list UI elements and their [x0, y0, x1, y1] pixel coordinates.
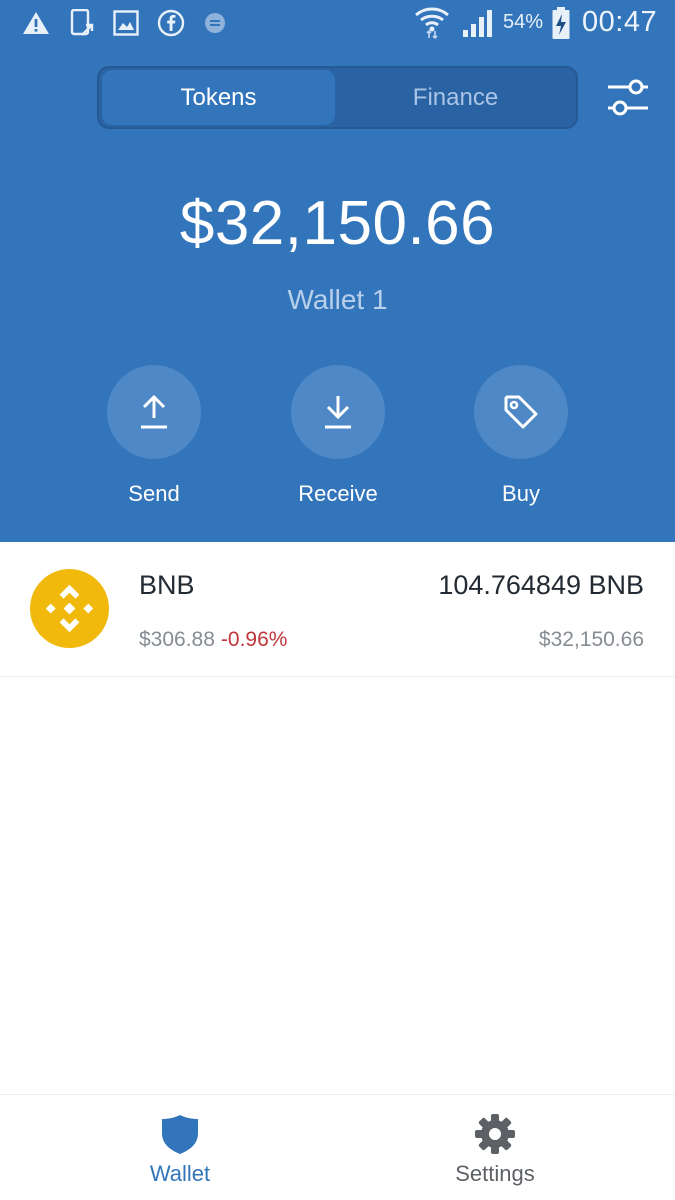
battery-percent: 54%: [503, 11, 544, 33]
phone-upload-icon: [70, 9, 94, 36]
token-price: $306.88: [139, 628, 215, 651]
send-circle[interactable]: [107, 365, 201, 459]
wallet-header: 54% 00:47 Tokens Finance $32,150.66 Wall…: [0, 0, 675, 542]
upload-arrow-icon: [141, 394, 167, 429]
image-icon: [113, 10, 139, 36]
status-time: 00:47: [582, 6, 658, 38]
token-row-bnb[interactable]: BNB $306.88 -0.96% 104.764849 BNB $32,150…: [0, 542, 675, 677]
sliders-icon[interactable]: [604, 76, 650, 120]
status-bar: 54% 00:47: [0, 0, 675, 48]
signal-icon: [463, 10, 492, 37]
buy-button[interactable]: Buy: [451, 365, 591, 507]
wallet-name[interactable]: Wallet 1: [0, 284, 675, 316]
token-amount: 104.764849 BNB: [438, 570, 644, 600]
token-value: $32,150.66: [538, 628, 644, 651]
token-change: -0.96%: [220, 628, 288, 651]
send-label: Send: [128, 481, 180, 506]
message-icon: [205, 13, 225, 33]
buy-label: Buy: [502, 481, 540, 506]
nav-wallet-label: Wallet: [149, 1161, 211, 1186]
tokens-finance-switch: Tokens Finance: [97, 66, 578, 129]
battery-charging-icon: [552, 7, 570, 39]
gear-icon: [475, 1114, 515, 1154]
receive-circle[interactable]: [291, 365, 385, 459]
receive-button[interactable]: Receive: [268, 365, 408, 507]
warning-icon: [23, 12, 49, 34]
total-balance: $32,150.66: [179, 189, 496, 258]
bnb-logo-icon: [30, 569, 109, 648]
buy-circle[interactable]: [474, 365, 568, 459]
facebook-icon: [157, 9, 185, 37]
nav-settings-label: Settings: [455, 1161, 535, 1186]
wifi-icon: [415, 7, 449, 39]
token-symbol: BNB: [139, 570, 195, 600]
download-arrow-icon: [325, 396, 351, 429]
price-tag-icon: [504, 395, 538, 429]
shield-icon: [162, 1115, 198, 1154]
receive-label: Receive: [298, 481, 378, 506]
token-price-line: $306.88 -0.96%: [139, 628, 287, 652]
tab-tokens[interactable]: Tokens: [102, 70, 335, 125]
tab-finance[interactable]: Finance: [339, 70, 572, 125]
nav-settings[interactable]: Settings: [395, 1095, 595, 1200]
send-button[interactable]: Send: [84, 365, 224, 507]
bottom-nav: Wallet Settings: [0, 1094, 675, 1200]
nav-wallet[interactable]: Wallet: [80, 1095, 280, 1200]
